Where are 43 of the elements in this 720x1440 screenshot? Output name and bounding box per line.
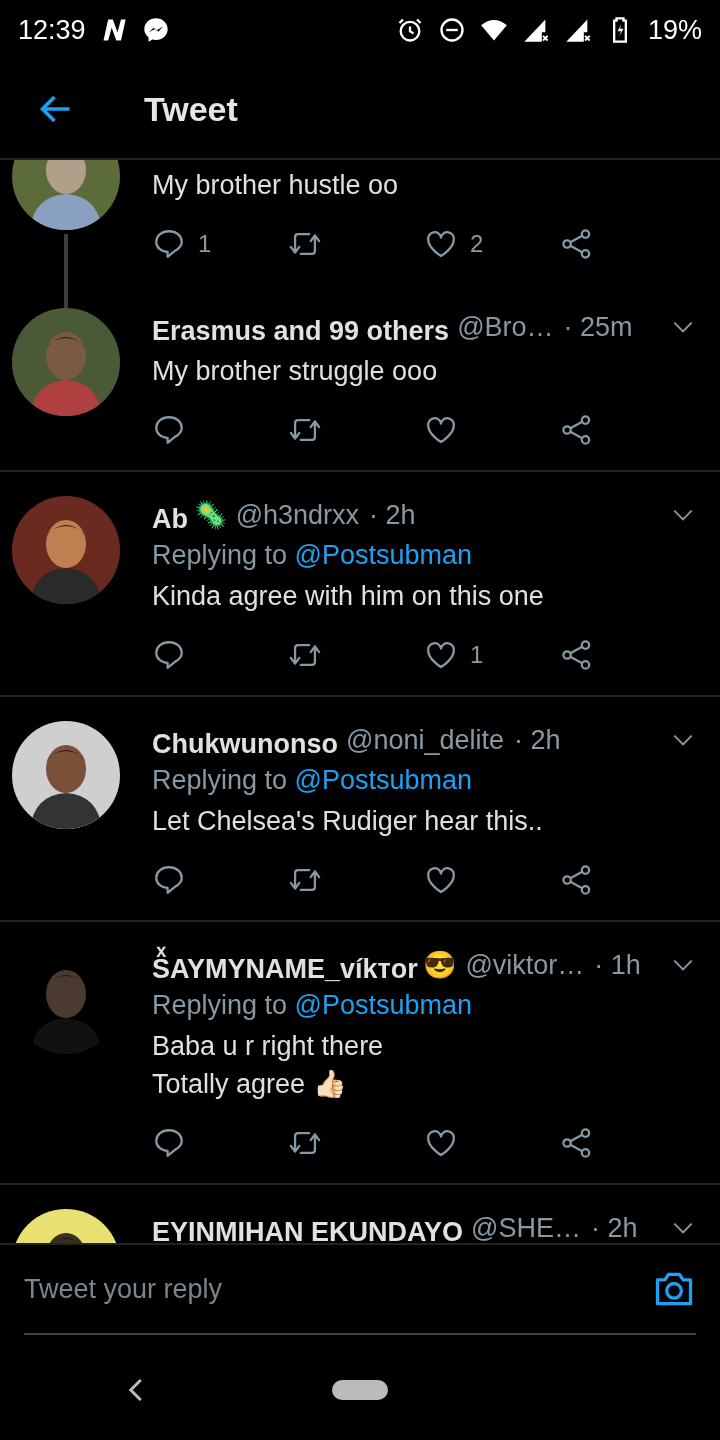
replying-to: Replying to @Postsubman (152, 990, 474, 1021)
user-handle: @SHE… (471, 1212, 581, 1243)
display-name[interactable]: Ab (152, 496, 188, 534)
display-name[interactable]: SͯAYMYNAME_víkᴛor (152, 946, 418, 984)
replying-to: Replying to @Postsubman (152, 540, 474, 571)
tweet-time: · 1h (594, 949, 641, 981)
reply-icon[interactable] (152, 638, 186, 672)
tweet-time: · 2h (514, 724, 561, 756)
messenger-icon (141, 16, 170, 44)
tweet-text: Let Chelsea's Rudiger hear this.. (152, 805, 544, 838)
mention-link[interactable]: @Postsubman (294, 540, 473, 570)
display-name[interactable]: Chukwunonso (152, 721, 338, 759)
user-handle: @viktor… (465, 949, 585, 981)
page-title: Tweet (144, 89, 238, 129)
reply-icon[interactable] (152, 227, 186, 261)
mention-link[interactable]: @Postsubman (294, 765, 473, 795)
user-handle: @Bro… (457, 311, 554, 343)
reply-icon[interactable] (152, 1126, 186, 1160)
display-name[interactable]: EYINMIHAN EKUNDAYO (152, 1209, 464, 1243)
tweet-time: · 25m (563, 311, 633, 343)
replying-to: Replying to @Postsubman (152, 765, 474, 796)
display-name[interactable]: Erasmus and 99 others (152, 308, 450, 346)
battery-level: 19% (647, 14, 702, 46)
status-time: 12:39 (18, 14, 86, 46)
tweet-time: · 2h (369, 499, 416, 531)
tweet-text: Kinda agree with him on this one (152, 580, 545, 613)
action-count: 1 (470, 641, 484, 669)
reply-input[interactable]: Tweet your reply (24, 1273, 652, 1305)
action-count: 1 (198, 230, 212, 258)
home-pill[interactable] (332, 1380, 388, 1400)
tweet-text: My brother struggle ooo (152, 355, 439, 388)
name-emoji: 😎 (423, 949, 458, 981)
reply-icon[interactable] (152, 863, 186, 897)
name-emoji: 🦠 (194, 499, 228, 531)
mention-link[interactable]: @Postsubman (294, 990, 473, 1020)
tweet-text: Baba u r right there Totally agree 👍🏻 (152, 1030, 385, 1101)
tweet-time: · 2h (591, 1212, 638, 1243)
user-handle: @h3ndrxx (235, 499, 360, 531)
tweet-text: My brother hustle oo (152, 169, 400, 202)
reply-icon[interactable] (152, 413, 186, 447)
do-not-disturb-icon (437, 16, 466, 44)
action-count: 2 (470, 230, 484, 258)
user-handle: @noni_delite (346, 724, 504, 756)
